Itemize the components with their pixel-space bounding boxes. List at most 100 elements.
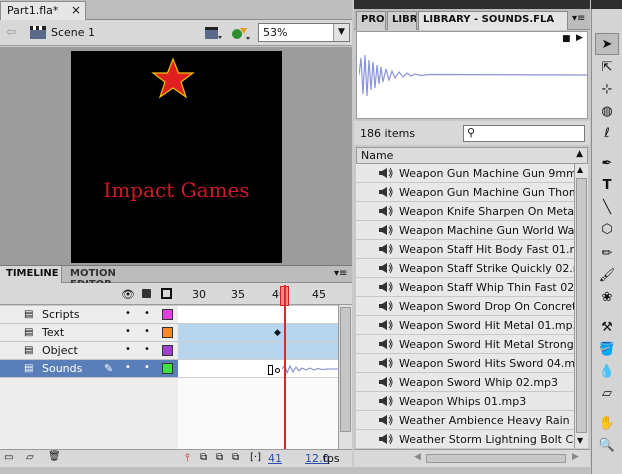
trash-icon[interactable]: 🗑 (48, 451, 61, 462)
visibility-dot[interactable]: • (125, 308, 131, 319)
list-item[interactable]: Weapon Gun Machine Gun Thompson (356, 183, 574, 202)
layer-name-cell[interactable]: ▤ Object • • (0, 342, 178, 360)
visibility-dot[interactable]: • (125, 362, 131, 373)
new-layer-icon[interactable]: ▭ (4, 452, 13, 463)
bone-tool-icon[interactable]: ⚒ (595, 317, 619, 339)
onion-skin-icon[interactable]: ⧉ (200, 452, 207, 463)
close-icon[interactable]: × (71, 3, 81, 17)
scroll-up-icon[interactable]: ▲ (577, 165, 583, 174)
library-search-input[interactable]: ⚲ (463, 125, 585, 142)
layer-frames[interactable] (178, 342, 338, 360)
scene-label[interactable]: Scene 1 (51, 26, 95, 39)
edit-symbols-icon[interactable] (230, 24, 252, 42)
list-item[interactable]: Weapon Knife Sharpen On Metal 01 (356, 202, 574, 221)
back-arrow-icon[interactable]: ⇦ (6, 25, 17, 40)
selection-tool-icon[interactable]: ➤ (595, 33, 619, 55)
list-item[interactable]: Weather Storm Lightning Bolt Crash (356, 430, 574, 448)
horizontal-scrollbar-thumb[interactable] (426, 454, 566, 463)
line-tool-icon[interactable]: ╲ (595, 197, 619, 219)
edit-multiple-frames-icon[interactable]: ⧉ (232, 452, 239, 463)
list-item[interactable]: Weapon Machine Gun World War II (356, 221, 574, 240)
layer-frames[interactable] (178, 306, 338, 324)
list-item[interactable]: Weapon Gun Machine Gun 9mm Sin... (356, 164, 574, 183)
new-folder-icon[interactable]: ▱ (26, 452, 34, 463)
tab-timeline[interactable]: TIMELINE (0, 266, 62, 283)
stage-canvas[interactable]: Impact Games (71, 51, 282, 263)
outline-icon[interactable] (161, 288, 172, 299)
stage-title-text[interactable]: Impact Games (71, 178, 282, 202)
tab-library-sounds[interactable]: LIBRARY - SOUNDS.FLA (418, 11, 568, 30)
visibility-dot[interactable]: • (125, 326, 131, 337)
layer-color-swatch[interactable] (162, 327, 173, 338)
eraser-tool-icon[interactable]: ▱ (595, 383, 619, 405)
library-column-header[interactable]: Name ▲ (356, 147, 588, 164)
playhead-line[interactable] (284, 285, 286, 449)
list-item[interactable]: Weapon Sword Hit Metal Strong 01. (356, 335, 574, 354)
visibility-dot[interactable]: • (125, 344, 131, 355)
timeline-scrollbar[interactable] (338, 305, 352, 449)
scroll-right-icon[interactable]: ▶ (572, 452, 579, 462)
free-transform-tool-icon[interactable]: ⊹ (595, 79, 619, 101)
list-item[interactable]: Weapon Whips 01.mp3 (356, 392, 574, 411)
hand-tool-icon[interactable]: ✋ (595, 413, 619, 435)
eye-icon[interactable]: 👁 (121, 288, 135, 301)
stop-icon[interactable]: ■ (562, 34, 571, 44)
lock-dot[interactable]: • (144, 362, 150, 373)
tab-motion-editor[interactable]: MOTION EDITOR (64, 266, 164, 290)
scrollbar-thumb[interactable] (340, 307, 351, 432)
zoom-select[interactable]: 53% ▼ (258, 23, 350, 42)
brush-tool-icon[interactable]: 🖌 (595, 265, 619, 287)
layer-row-text[interactable]: ▤ Text • • ◆ (0, 324, 352, 342)
zoom-tool-icon[interactable]: 🔍 (595, 435, 619, 457)
scroll-left-icon[interactable]: ◀ (414, 452, 421, 462)
layer-frames[interactable] (178, 360, 338, 378)
lock-dot[interactable]: • (144, 344, 150, 355)
rectangle-tool-icon[interactable]: ⬡ (595, 219, 619, 241)
pencil-tool-icon[interactable]: ✏ (595, 243, 619, 265)
layer-row-scripts[interactable]: ▤ Scripts • • (0, 306, 352, 324)
pen-tool-icon[interactable]: ✒ (595, 153, 619, 175)
subselection-tool-icon[interactable]: ⇱ (595, 57, 619, 79)
keyframe-circle[interactable] (275, 368, 280, 373)
list-item[interactable]: Weapon Staff Whip Thin Fast 02.mp3 (356, 278, 574, 297)
lock-icon[interactable] (142, 289, 151, 298)
list-item[interactable]: Weapon Sword Drop On Concrete 01 (356, 297, 574, 316)
list-item[interactable]: Weather Ambience Heavy Rain Down (356, 411, 574, 430)
document-tab[interactable]: Part1.fla* × (0, 1, 86, 20)
panel-menu-icon[interactable]: ▾≡ (572, 13, 585, 24)
text-tool-icon[interactable]: T (595, 175, 619, 197)
layer-frames[interactable]: ◆ (178, 324, 338, 342)
onion-markers-icon[interactable]: [·] (250, 452, 261, 463)
list-item[interactable]: Weapon Sword Whip 02.mp3 (356, 373, 574, 392)
panel-menu-icon[interactable]: ▾≡ (334, 268, 347, 279)
lock-dot[interactable]: • (144, 326, 150, 337)
onion-outline-icon[interactable]: ⧉ (216, 452, 223, 463)
paint-bucket-tool-icon[interactable]: 🪣 (595, 339, 619, 361)
list-item[interactable]: Weapon Sword Hits Sword 04.mp3 (356, 354, 574, 373)
chevron-down-icon[interactable]: ▼ (333, 24, 349, 41)
layer-name-cell[interactable]: ▤ Sounds ✎ • • (0, 360, 178, 378)
edit-scene-icon[interactable] (204, 25, 222, 41)
play-icon[interactable]: ▶ (576, 33, 583, 43)
lasso-tool-icon[interactable]: ℓ (595, 123, 619, 145)
layer-name-cell[interactable]: ▤ Scripts • • (0, 306, 178, 324)
tab-properties[interactable]: PROP (356, 11, 386, 30)
layer-color-swatch[interactable] (162, 363, 173, 374)
layer-name-cell[interactable]: ▤ Text • • (0, 324, 178, 342)
center-frame-icon[interactable]: ⫯ (185, 451, 190, 465)
layer-row-sounds[interactable]: ▤ Sounds ✎ • • (0, 360, 352, 378)
deco-tool-icon[interactable]: ❀ (595, 287, 619, 309)
layer-color-swatch[interactable] (162, 345, 173, 356)
scrollbar-thumb[interactable] (576, 178, 587, 433)
keyframe-dot[interactable]: ◆ (274, 328, 281, 338)
scroll-down-icon[interactable]: ▼ (577, 436, 583, 445)
list-item[interactable]: Weapon Sword Hit Metal 01.mp3 (356, 316, 574, 335)
tab-library-2[interactable]: LIBR (387, 11, 417, 30)
eyedropper-tool-icon[interactable]: 💧 (595, 361, 619, 383)
3d-rotation-tool-icon[interactable]: ◍ (595, 101, 619, 123)
layer-row-object[interactable]: ▤ Object • • (0, 342, 352, 360)
current-frame[interactable]: 41 (268, 452, 282, 465)
list-item[interactable]: Weapon Staff Strike Quickly 02.mp3 (356, 259, 574, 278)
library-scrollbar[interactable]: ▲ ▼ (574, 164, 588, 448)
lock-dot[interactable]: • (144, 308, 150, 319)
